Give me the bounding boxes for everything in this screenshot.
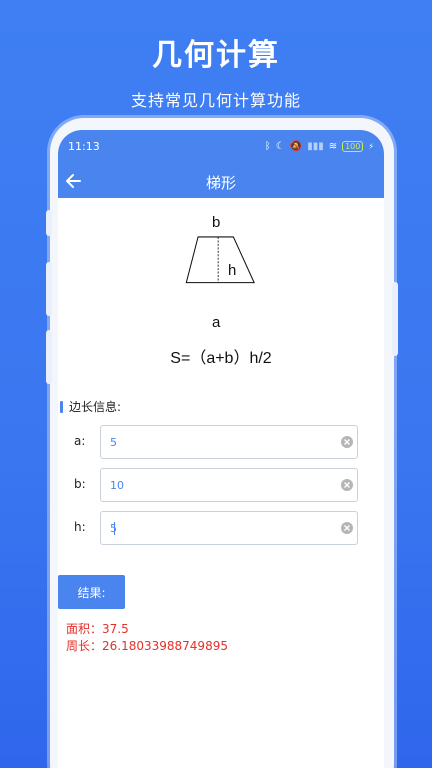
- area-result: 面积：37.5: [66, 622, 129, 636]
- wifi-icon: ≋: [328, 140, 338, 152]
- clear-icon[interactable]: [340, 435, 354, 449]
- trapezoid-diagram: [185, 236, 255, 284]
- field-row-a: a:: [74, 425, 364, 459]
- promo-title: 几何计算: [152, 38, 280, 73]
- diagram-label-h: h: [228, 262, 237, 279]
- field-row-h: h:: [74, 511, 364, 545]
- status-time: 11:13: [68, 139, 100, 153]
- mute-icon: 🔕: [289, 140, 303, 152]
- app-screen: 11:13 ᛒ ☾ 🔕 ▮▮▮ ≋ 100 ⚡ 梯形 b h a S=（a+b）…: [58, 130, 384, 768]
- input-h[interactable]: [100, 511, 358, 545]
- field-label-b: b:: [74, 477, 86, 491]
- status-icons: ᛒ ☾ 🔕 ▮▮▮ ≋ 100 ⚡: [264, 140, 374, 152]
- phone-side-button: [46, 210, 52, 236]
- status-bar: 11:13 ᛒ ☾ 🔕 ▮▮▮ ≋ 100 ⚡: [68, 139, 374, 153]
- result-button[interactable]: 结果:: [58, 575, 125, 609]
- diagram-label-b: b: [212, 214, 221, 231]
- area-formula: S=（a+b）h/2: [170, 350, 272, 367]
- section-title-text: 边长信息:: [69, 400, 122, 414]
- field-label-a: a:: [74, 434, 86, 448]
- section-title: 边长信息:: [60, 398, 121, 415]
- promo-subtitle: 支持常见几何计算功能: [130, 91, 301, 110]
- field-row-b: b:: [74, 468, 364, 502]
- diagram-label-a: a: [212, 314, 221, 331]
- battery-icon: 100: [342, 140, 364, 152]
- clear-icon[interactable]: [340, 478, 354, 492]
- moon-icon: ☾: [275, 140, 285, 152]
- perimeter-result: 周长：26.18033988749895: [66, 639, 228, 653]
- phone-side-button: [46, 330, 52, 384]
- clear-icon[interactable]: [340, 521, 354, 535]
- input-b[interactable]: [100, 468, 358, 502]
- app-header: 11:13 ᛒ ☾ 🔕 ▮▮▮ ≋ 100 ⚡ 梯形: [58, 130, 384, 198]
- phone-side-button: [392, 282, 398, 356]
- section-accent-bar: [60, 400, 63, 413]
- text-caret: [114, 522, 115, 535]
- signal-icon: ▮▮▮: [307, 140, 324, 152]
- field-label-h: h:: [74, 520, 86, 534]
- bluetooth-icon: ᛒ: [264, 140, 271, 152]
- page-title: 梯形: [205, 174, 236, 192]
- phone-side-button: [46, 262, 52, 316]
- charging-icon: ⚡: [368, 141, 374, 151]
- input-a[interactable]: [100, 425, 358, 459]
- nav-bar: 梯形: [58, 164, 384, 198]
